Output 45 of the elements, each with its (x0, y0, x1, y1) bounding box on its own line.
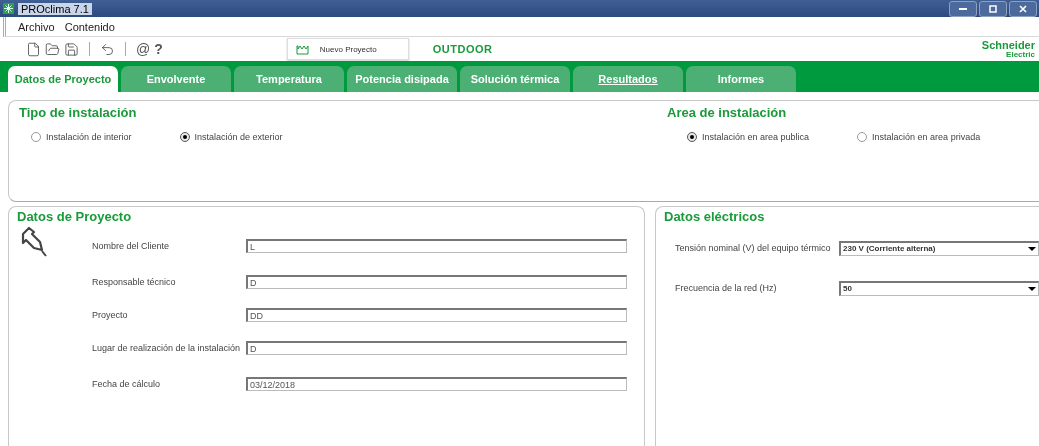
dropdown[interactable]: 50 (839, 280, 1039, 296)
brand-logo: Schneider Electric (981, 39, 1035, 59)
toolbar-glyph[interactable]: @ (136, 41, 151, 57)
minimize-icon (959, 7, 967, 10)
maximize-icon (989, 4, 997, 13)
text-field[interactable]: L (246, 239, 627, 253)
mode-label: OUTDOOR (432, 43, 493, 55)
close-button[interactable] (1009, 0, 1037, 17)
app-icon (3, 3, 14, 14)
window-title: PROclima 7.1 (18, 2, 92, 15)
text-field[interactable]: D (246, 275, 627, 289)
section-heading: Datos de Proyecto (17, 209, 133, 224)
project-name: Nuevo Proyecto (319, 44, 377, 54)
text-field[interactable]: DD (246, 308, 627, 322)
tab[interactable]: Datos de Proyecto (8, 66, 118, 92)
save-icon[interactable] (64, 41, 79, 57)
section-heading: Datos eléctricos (664, 209, 766, 224)
new-file-icon[interactable] (26, 41, 41, 57)
dropdown[interactable]: 230 V (Corriente alterna) (839, 240, 1039, 256)
radio-button[interactable] (179, 132, 190, 142)
field-label: Fecha de cálculo (92, 379, 162, 389)
menu-item[interactable]: Contenido (64, 20, 115, 33)
field-label: Responsable técnico (92, 277, 177, 287)
waveform-icon (295, 43, 310, 55)
undo-icon[interactable] (100, 41, 115, 57)
radio-button[interactable] (857, 132, 868, 142)
menu-item[interactable]: Archivo (18, 20, 55, 33)
toolbar-glyph[interactable]: ? (154, 41, 163, 57)
field-label: Tensión nominal (V) del equipo térmico (675, 243, 832, 253)
text-field[interactable]: 03/12/2018 (246, 377, 627, 391)
radio-button[interactable] (687, 132, 697, 142)
field-label: Frecuencia de la red (Hz) (675, 283, 778, 293)
field-label: Nombre del Cliente (92, 241, 171, 251)
close-icon (1019, 4, 1027, 13)
section-heading: Tipo de instalación (19, 105, 138, 120)
maximize-button[interactable] (979, 0, 1007, 17)
minimize-button[interactable] (949, 0, 977, 17)
radio-button[interactable] (31, 132, 41, 142)
section-heading: Area de instalación (667, 105, 788, 120)
open-folder-icon[interactable] (45, 41, 60, 57)
field-label: Lugar de realización de la instalación (92, 343, 242, 353)
caret-icon (1028, 285, 1036, 292)
text-field[interactable]: D (246, 341, 627, 355)
field-label: Proyecto (92, 310, 129, 320)
caret-icon (1028, 245, 1036, 252)
